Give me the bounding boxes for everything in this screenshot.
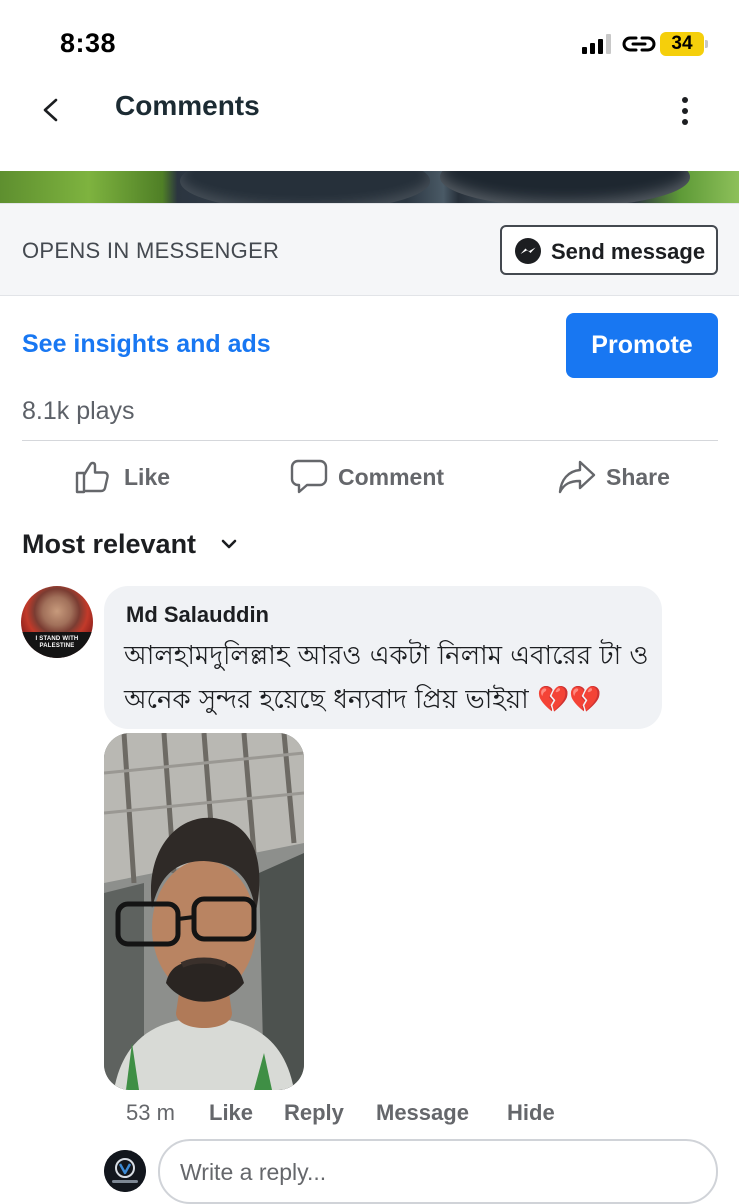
battery-tip [705,40,708,48]
reply-input[interactable] [180,1155,700,1189]
see-insights-link[interactable]: See insights and ads [22,330,271,359]
opens-in-messenger-label: OPENS IN MESSENGER [22,238,280,263]
battery-icon: 34 [660,32,704,56]
thumbs-up-icon [75,461,109,494]
page-logo-icon [104,1150,146,1192]
avatar[interactable]: I STAND WITH PALESTINE [21,586,93,658]
chevron-left-icon[interactable] [36,90,70,130]
more-vertical-icon[interactable] [670,88,700,132]
chevron-down-icon[interactable] [219,534,239,554]
header: Comments [0,80,739,140]
divider [22,440,718,441]
comment-text: আলহামদুলিল্লাহ আরও একটা নিলাম এবারের টা … [124,634,654,722]
avatar-frame-text: I STAND WITH PALESTINE [35,636,79,649]
comment-label: Comment [338,464,445,490]
status-time: 8:38 [60,28,117,58]
plays-count: 8.1k plays [22,397,135,425]
share-button[interactable]: Share [558,452,678,502]
promote-button[interactable]: Promote [566,313,718,378]
sort-selector[interactable]: Most relevant [22,529,196,560]
link-icon [622,36,656,52]
comment-author[interactable]: Md Salauddin [126,602,269,628]
comment-text-line: অনেক সুন্দর হয়েছে ধন্যবাদ প্রিয় ভাইয়া… [124,685,602,715]
comment-reply-button[interactable]: Reply [284,1100,344,1126]
send-message-label: Send message [551,239,706,264]
reply-avatar [104,1150,146,1192]
comment-hide-button[interactable]: Hide [507,1100,555,1126]
post-media-thumbnail[interactable] [0,171,739,203]
comment-photo[interactable] [104,733,304,1090]
comment-button[interactable]: Comment [290,452,460,502]
like-label: Like [124,464,171,490]
media-shape [180,171,430,203]
status-bar: 8:38 34 [0,0,739,80]
send-message-button[interactable]: Send message [500,225,718,275]
comment-time: 53 m [126,1100,175,1125]
comment-like-button[interactable]: Like [209,1100,253,1126]
like-button[interactable]: Like [74,452,184,502]
share-label: Share [606,464,670,490]
page-title: Comments [115,90,260,121]
post-actions: Like Comment Share [0,452,739,502]
media-shape [440,171,690,203]
reply-input-field[interactable] [158,1139,718,1204]
comment-text-line: আলহামদুলিল্লাহ আরও একটা নিলাম এবারের টা … [124,641,649,671]
signal-bars-icon [582,34,611,54]
photo-illustration [104,733,304,1090]
comment-bubble[interactable]: Md Salauddin আলহামদুলিল্লাহ আরও একটা নিল… [104,586,662,729]
comment-message-button[interactable]: Message [376,1100,469,1126]
messenger-icon [515,238,541,264]
share-arrow-icon [558,460,596,494]
comment-meta: 53 m Like Reply Message Hide [0,1098,739,1128]
speech-bubble-icon [290,459,328,494]
messenger-bar: OPENS IN MESSENGER Send message [0,203,739,296]
